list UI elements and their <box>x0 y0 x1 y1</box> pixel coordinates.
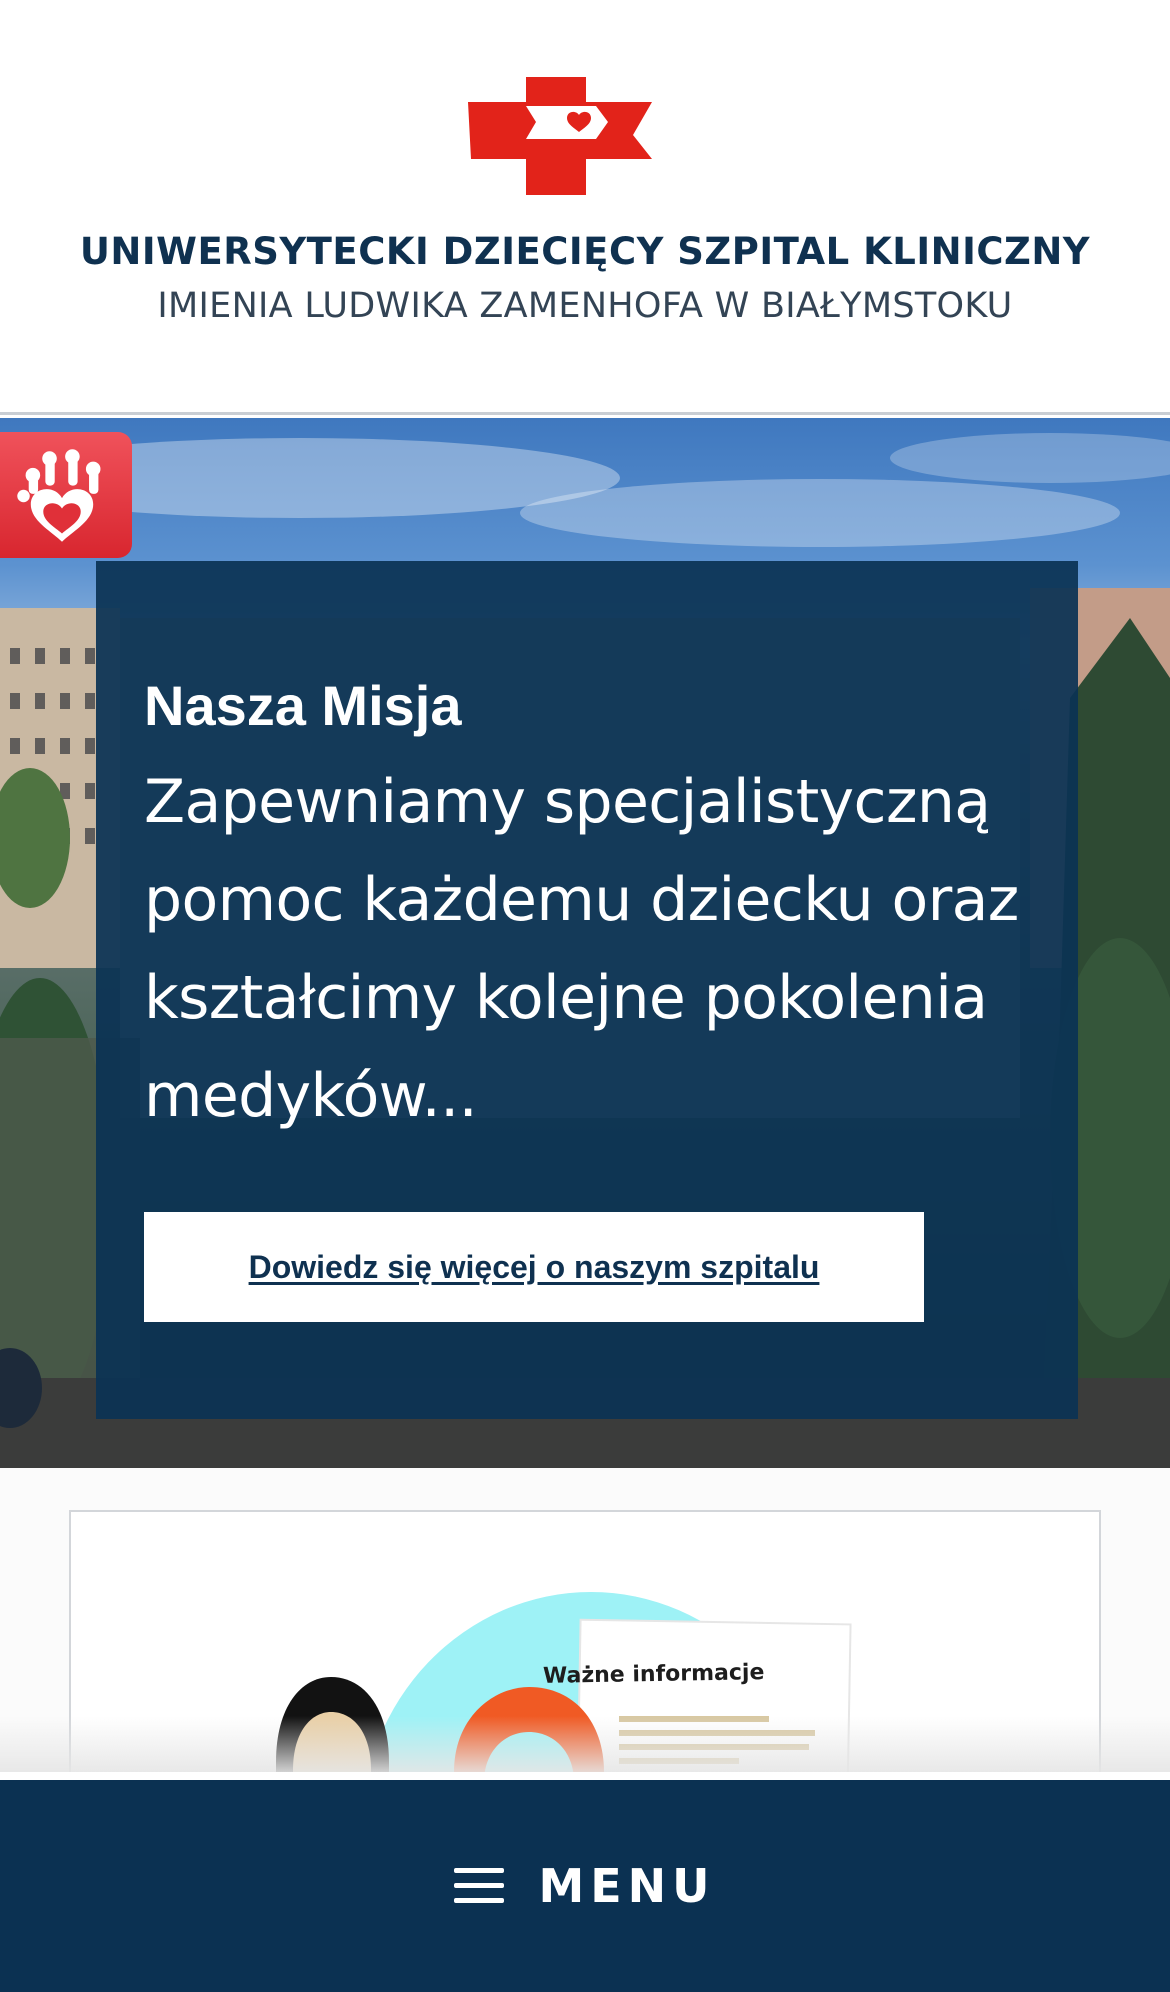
learn-more-button[interactable]: Dowiedz się więcej o naszym szpitalu <box>144 1212 924 1322</box>
menu-button[interactable]: MENU <box>0 1780 1170 1992</box>
site-header: UNIWERSYTECKI DZIECIĘCY SZPITAL KLINICZN… <box>0 0 1170 415</box>
mission-title: Nasza Misja <box>144 674 462 737</box>
hamburger-icon <box>454 1868 505 1904</box>
hero-section: Nasza Misja Zapewniamy specjalistyczną p… <box>0 418 1170 1468</box>
mission-text: Zapewniamy specjalistyczną pomoc każdemu… <box>144 767 1019 1131</box>
hospital-subtitle: IMIENIA LUDWIKA ZAMENHOFA W BIAŁYMSTOKU <box>157 286 1013 326</box>
hand-heart-badge[interactable] <box>0 432 132 558</box>
bottom-navigation: MENU <box>0 1772 1170 1992</box>
important-info-label: Ważne informacje <box>542 1660 765 1689</box>
hospital-name: UNIWERSYTECKI DZIECIĘCY SZPITAL KLINICZN… <box>79 230 1091 273</box>
scroll-fade <box>0 1716 1170 1772</box>
red-cross-heart-logo-icon <box>468 77 652 195</box>
menu-label: MENU <box>538 1859 716 1913</box>
page: UNIWERSYTECKI DZIECIĘCY SZPITAL KLINICZN… <box>0 0 1170 1992</box>
mission-panel: Nasza Misja Zapewniamy specjalistyczną p… <box>96 561 1078 1419</box>
home-logo-link[interactable]: UNIWERSYTECKI DZIECIĘCY SZPITAL KLINICZN… <box>0 0 1170 415</box>
hand-heart-icon <box>17 449 101 542</box>
